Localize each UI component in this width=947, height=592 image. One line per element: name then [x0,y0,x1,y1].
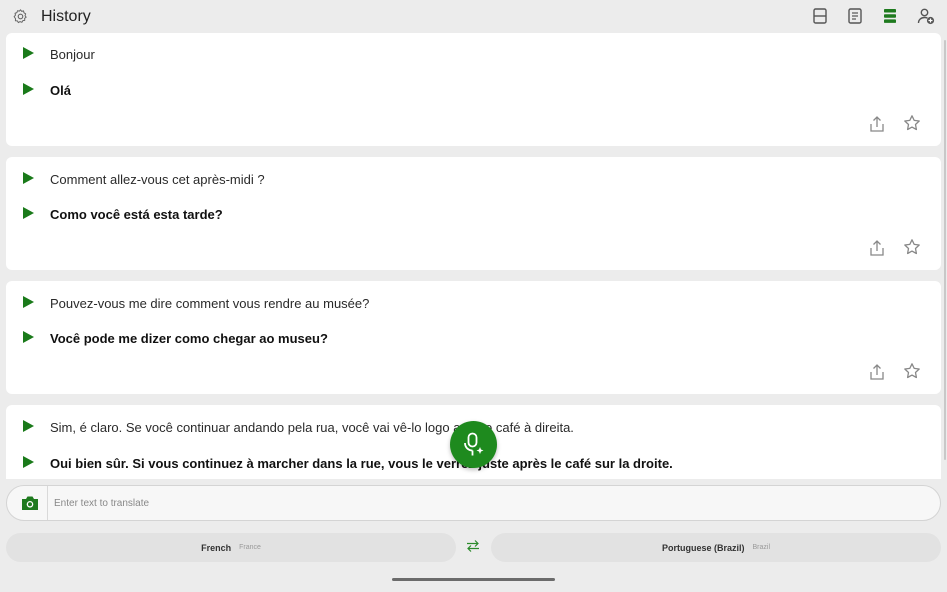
translation-text: Como você está esta tarde? [50,207,223,222]
gear-icon[interactable] [12,8,29,25]
history-card: Pouvez-vous me dire comment vous rendre … [6,281,941,394]
source-text: Comment allez-vous cet après-midi ? [50,172,265,187]
play-icon[interactable] [22,82,35,96]
share-icon[interactable] [868,239,886,257]
translate-input[interactable] [54,492,924,514]
play-icon[interactable] [22,455,35,469]
source-language-button[interactable]: French France [6,533,456,562]
target-language-region: Brazil [752,544,771,551]
play-icon[interactable] [22,46,35,60]
history-list[interactable]: Bonjour Olá Comment allez-vous cet après… [6,33,941,479]
mic-button[interactable] [450,421,497,468]
translation-text: Você pode me dizer como chegar ao museu? [50,331,328,346]
star-icon[interactable] [903,362,921,380]
play-icon[interactable] [22,295,35,309]
mic-sparkle-icon [464,432,484,456]
share-icon[interactable] [868,363,886,381]
divider [47,486,48,520]
source-text: Sim, é claro. Se você continuar andando … [50,420,574,435]
single-pane-icon[interactable] [811,7,829,25]
star-icon[interactable] [903,114,921,132]
share-icon[interactable] [868,115,886,133]
source-text: Bonjour [50,47,95,62]
play-icon[interactable] [22,330,35,344]
home-indicator[interactable] [392,578,555,581]
play-icon[interactable] [22,171,35,185]
translation-text: Olá [50,83,71,98]
history-card: Bonjour Olá [6,33,941,146]
camera-icon[interactable] [21,495,39,511]
target-language-name: Portuguese (Brazil) [661,542,745,553]
document-icon[interactable] [846,7,864,25]
play-icon[interactable] [22,206,35,220]
list-view-icon[interactable] [881,7,899,25]
add-person-icon[interactable] [917,7,935,25]
source-text: Pouvez-vous me dire comment vous rendre … [50,296,370,311]
star-icon[interactable] [903,238,921,256]
history-card: Comment allez-vous cet après-midi ? Como… [6,157,941,270]
target-language-button[interactable]: Portuguese (Brazil) Brazil [491,533,941,562]
top-bar: History [0,0,947,33]
translation-text: Oui bien sûr. Si vous continuez à marche… [50,456,673,471]
translate-input-bar [6,485,941,521]
source-language-region: France [239,544,261,551]
swap-icon[interactable] [465,539,481,553]
play-icon[interactable] [22,419,35,433]
source-language-name: French [201,542,232,553]
page-title: History [41,8,91,25]
scrollbar[interactable] [944,40,946,460]
